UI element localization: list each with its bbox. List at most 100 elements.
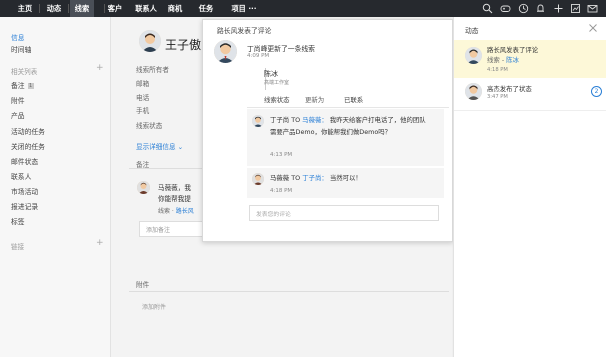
reply-author: 马薇薇 xyxy=(270,174,290,182)
add-link-plus-icon[interactable]: + xyxy=(96,238,104,248)
notification-item[interactable]: 路长风发表了评论 线索 - 陈冰 4:18 PM xyxy=(454,40,606,78)
note-text: 你能帮我提 xyxy=(158,195,191,203)
post-author-avatar xyxy=(214,40,237,63)
sidebar-item-attachments[interactable]: 附件 xyxy=(11,95,25,105)
notification-avatar xyxy=(465,83,482,100)
card-status-label: 线索状态 xyxy=(264,96,290,104)
notification-avatar xyxy=(465,47,482,64)
notification-count-badge: 2 xyxy=(591,86,602,97)
notification-time: 4:18 PM xyxy=(487,67,508,73)
reply-text: 当然可以！ xyxy=(329,174,362,182)
reply-time: 4:13 PM xyxy=(270,152,293,158)
card-updated-to: 更新为 xyxy=(305,96,325,104)
popup-header: 路长风发表了评论 xyxy=(217,27,272,35)
notification-link[interactable]: 陈冰 xyxy=(506,56,519,64)
person-avatar-icon xyxy=(252,173,264,185)
mail-icon[interactable] xyxy=(587,3,598,14)
person-avatar-icon xyxy=(139,30,161,52)
lead-avatar xyxy=(139,30,161,52)
attachments-section-title: 附件 xyxy=(136,281,150,289)
sidebar-group-related: 相关列表 xyxy=(11,68,38,76)
comment-input[interactable]: 发表您的评论 xyxy=(249,205,439,221)
nav-divider xyxy=(104,4,105,13)
note-meta-link[interactable]: 路长风 xyxy=(176,208,194,215)
left-sidebar: 信息 时间轴 相关列表 + 备注 1 附件 产品 活动的任务 关闭的任务 邮件状态… xyxy=(0,17,111,357)
clock-icon[interactable] xyxy=(518,3,529,14)
field-phone-label: 电话 xyxy=(136,94,150,102)
person-avatar-icon xyxy=(252,115,264,127)
card-contact-name: 陈冰 xyxy=(264,70,278,78)
sidebar-item-tags[interactable]: 标签 xyxy=(11,216,25,226)
reply-header: 马薇薇 TO 丁子尚： 当然可以！ xyxy=(270,173,362,182)
reply-item: 马薇薇 TO 丁子尚： 当然可以！ 4:18 PM xyxy=(247,168,444,198)
reply-text-line2: 需要产品Demo，你能帮我们做Demo吗？ xyxy=(270,128,392,136)
notes-count-badge: 1 xyxy=(27,83,34,89)
reply-author-avatar xyxy=(252,173,264,185)
nav-customers[interactable]: 客户 xyxy=(106,0,124,17)
reply-item: 丁子尚 TO 马薇薇： 我昨天给客户打电话了，他的团队 需要产品Demo，你能帮… xyxy=(247,109,444,166)
nav-tasks[interactable]: 任务 xyxy=(197,0,215,17)
reply-header: 丁子尚 TO 马薇薇： 我昨天给客户打电话了，他的团队 xyxy=(270,115,426,124)
gamepad-icon[interactable] xyxy=(500,3,511,14)
nav-leads[interactable]: 线索 xyxy=(70,0,94,17)
reply-to-word: TO xyxy=(291,116,301,124)
bell-icon[interactable] xyxy=(535,3,546,14)
notification-time: 3:47 PM xyxy=(487,94,508,100)
nav-home[interactable]: 主页 xyxy=(12,0,38,17)
search-icon[interactable] xyxy=(482,3,493,14)
close-icon[interactable] xyxy=(588,23,598,33)
note-meta: 线索 · 路长风 xyxy=(158,206,194,215)
reply-time: 4:18 PM xyxy=(270,188,293,194)
sidebar-item-campaigns[interactable]: 市场活动 xyxy=(11,186,38,196)
person-avatar-icon xyxy=(465,47,482,64)
sidebar-item-contacts[interactable]: 联系人 xyxy=(11,171,31,181)
notification-title: 路长风发表了评论 xyxy=(487,46,539,54)
plus-icon[interactable] xyxy=(553,3,564,14)
sidebar-item-email-status[interactable]: 邮件状态 xyxy=(11,156,38,166)
field-owner-label: 线索所有者 xyxy=(136,66,169,74)
add-related-plus-icon[interactable]: + xyxy=(96,63,104,73)
reply-mention-link[interactable]: 丁子尚： xyxy=(302,174,328,182)
top-nav-bar: 主页 动态 线索 客户 联系人 商机 任务 项目 ··· xyxy=(0,0,606,17)
nav-divider xyxy=(39,4,40,13)
nav-projects-more[interactable]: 项目 ··· xyxy=(228,0,260,17)
sidebar-item-timeline[interactable]: 时间轴 xyxy=(11,44,31,54)
reply-author-avatar xyxy=(252,115,264,127)
card-status-value: 已联系 xyxy=(344,96,364,104)
sidebar-item-active-tasks[interactable]: 活动的任务 xyxy=(11,126,45,136)
sidebar-item-closed-tasks[interactable]: 关闭的任务 xyxy=(11,141,45,151)
nav-feed[interactable]: 动态 xyxy=(42,0,66,17)
post-time: 4:09 PM xyxy=(247,53,270,59)
reply-to-word: TO xyxy=(291,174,301,182)
show-details-link[interactable]: 显示详细信息 ⌄ xyxy=(136,141,183,151)
person-avatar-icon xyxy=(137,181,150,194)
post-text: 丁尚峰更新了一条线索 xyxy=(247,45,315,53)
sidebar-item-notes[interactable]: 备注 1 xyxy=(11,80,34,90)
nav-opportunities[interactable]: 商机 xyxy=(166,0,184,17)
reply-mention-link[interactable]: 马薇薇： xyxy=(302,116,328,124)
sidebar-group-links: 链接 xyxy=(11,243,25,251)
sidebar-item-label: 备注 xyxy=(11,82,25,90)
sidebar-item-products[interactable]: 产品 xyxy=(11,110,25,120)
note-author: 马薇薇，我 xyxy=(158,184,191,192)
reply-author: 丁子尚 xyxy=(270,116,290,124)
notification-item[interactable]: 高杰发布了状态 3:47 PM 2 xyxy=(454,80,606,110)
chevron-down-icon: ⌄ xyxy=(177,143,184,151)
person-avatar-icon xyxy=(465,83,482,100)
divider xyxy=(454,110,606,111)
sidebar-item-info[interactable]: 信息 xyxy=(11,32,25,42)
nav-contacts[interactable]: 联系人 xyxy=(133,0,159,17)
notification-subtitle-prefix: 线索 - xyxy=(487,56,507,64)
field-status-label: 线索状态 xyxy=(136,122,163,130)
note-meta-prefix: 线索 · xyxy=(158,208,176,215)
divider xyxy=(129,291,449,292)
add-note-input[interactable]: 添加备注 xyxy=(139,221,211,237)
add-attachment-link[interactable]: 添加附件 xyxy=(142,302,166,311)
comment-placeholder: 发表您的评论 xyxy=(256,212,291,218)
chart-icon[interactable] xyxy=(570,3,581,14)
divider xyxy=(247,107,449,108)
show-details-label: 显示详细信息 xyxy=(136,143,176,151)
reply-text: 我昨天给客户打电话了，他的团队 xyxy=(329,116,426,124)
lead-name: 王子傲 xyxy=(165,38,202,52)
sidebar-item-followups[interactable]: 报进记录 xyxy=(11,201,38,211)
